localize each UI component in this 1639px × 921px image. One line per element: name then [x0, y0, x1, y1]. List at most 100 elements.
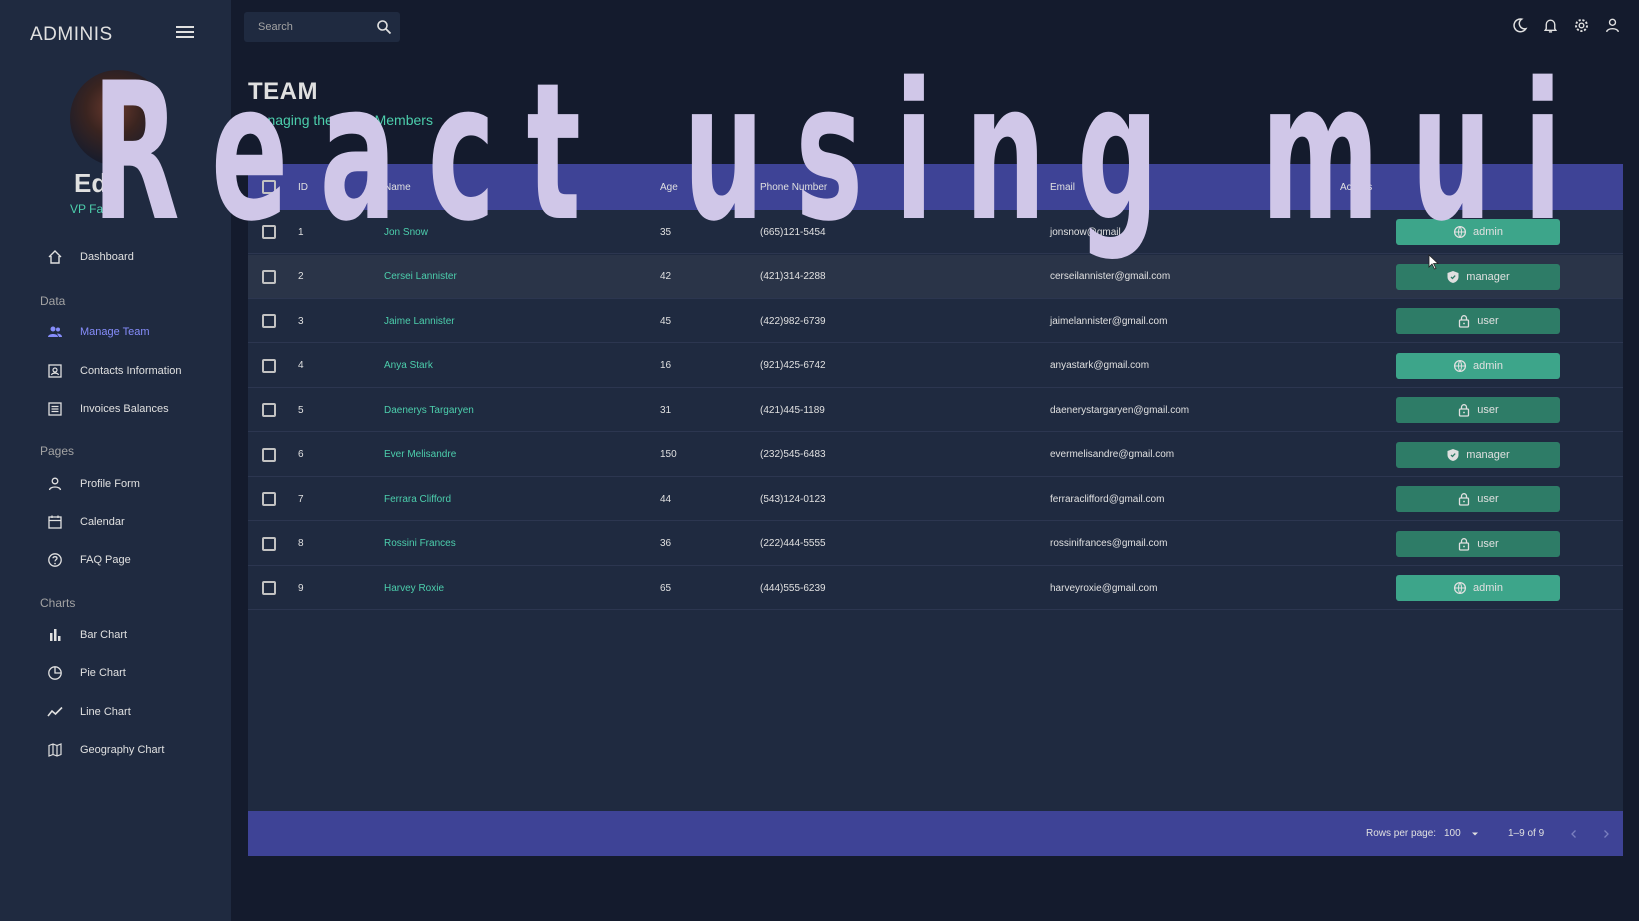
access-badge: admin: [1396, 575, 1560, 601]
access-badge: manager: [1396, 263, 1560, 290]
sidebar-item-label: Manage Team: [80, 326, 150, 338]
sidebar-item-label: Contacts Information: [80, 365, 182, 377]
cell-email: evermelisandre@gmail.com: [1050, 449, 1175, 460]
row-checkbox[interactable]: [262, 255, 276, 299]
receipt-icon: [46, 400, 64, 418]
table-row[interactable]: 3 Jaime Lannister 45 (422)982-6739 jaimelann…: [248, 299, 1623, 343]
grid-footer: Rows per page: 100 1–9 of 9: [248, 811, 1623, 856]
search-icon[interactable]: [376, 19, 392, 35]
table-row[interactable]: 9 Harvey Roxie 65 (444)555-6239 harveyroxie@…: [248, 566, 1623, 610]
cell-age: 16: [660, 360, 672, 371]
settings-icon[interactable]: [1573, 17, 1590, 34]
sidebar-item-label: Pie Chart: [80, 667, 126, 679]
row-checkbox[interactable]: [262, 388, 276, 432]
calendar-icon: [46, 513, 64, 531]
cell-id: 8: [298, 538, 304, 549]
row-checkbox[interactable]: [262, 210, 276, 254]
dark-mode-icon[interactable]: [1511, 17, 1528, 34]
cell-age: 44: [660, 493, 672, 505]
line-chart-icon: [46, 703, 64, 721]
access-badge: user: [1396, 397, 1560, 423]
person-icon: [46, 475, 64, 493]
sidebar-item-label: Geography Chart: [80, 744, 165, 756]
cell-email: jonsnow@gmail.com: [1050, 226, 1143, 238]
sidebar-item-label: FAQ Page: [80, 554, 131, 566]
avatar: [70, 70, 166, 166]
cell-phone: (222)444-5555: [760, 538, 826, 549]
table-row[interactable]: 1 Jon Snow 35 (665)121-5454 jonsnow@gmail.co…: [248, 210, 1623, 254]
select-all-checkbox[interactable]: [262, 164, 276, 210]
row-checkbox[interactable]: [262, 433, 276, 477]
column-header-email[interactable]: Email: [1050, 164, 1075, 210]
topbar-icons: [1511, 17, 1621, 34]
sidebar-item-geography-chart[interactable]: Geography Chart: [46, 739, 164, 761]
next-page-icon[interactable]: [1600, 811, 1612, 856]
sidebar-item-profile-form[interactable]: Profile Form: [46, 473, 140, 495]
sidebar-item-calendar[interactable]: Calendar: [46, 511, 125, 533]
security-shield-icon: [1446, 270, 1460, 284]
sidebar-item-label: Invoices Balances: [80, 403, 169, 415]
cell-age: 31: [660, 404, 672, 416]
cell-name: Ferrara Clifford: [384, 493, 452, 505]
access-label: user: [1477, 493, 1499, 505]
lock-icon: [1457, 537, 1471, 551]
column-header-access[interactable]: Access: [1340, 164, 1372, 210]
notifications-icon[interactable]: [1542, 17, 1559, 34]
cell-age: 65: [660, 582, 672, 594]
access-badge: user: [1396, 530, 1560, 557]
column-header-name[interactable]: Name: [384, 164, 411, 210]
rows-per-page-select[interactable]: 100: [1444, 811, 1481, 856]
cell-phone: (444)555-6239: [760, 582, 826, 594]
sidebar-item-faq[interactable]: FAQ Page: [46, 549, 131, 571]
cell-phone: (665)121-5454: [760, 226, 826, 238]
sidebar-item-dashboard[interactable]: Dashboard: [46, 246, 134, 268]
cell-age: 36: [660, 538, 672, 549]
sidebar-item-line-chart[interactable]: Line Chart: [46, 701, 131, 723]
grid-header: ID Name Age Phone Number Email Access: [248, 164, 1623, 210]
cell-age: 150: [660, 449, 677, 460]
sidebar-item-label: Calendar: [80, 516, 125, 528]
table-row[interactable]: 6 Ever Melisandre 150 (232)545-6483 evermeli…: [248, 433, 1623, 477]
sidebar-item-invoices[interactable]: Invoices Balances: [46, 398, 169, 420]
chevron-down-icon: [1469, 828, 1481, 840]
cell-name: Ever Melisandre: [384, 449, 457, 460]
row-checkbox[interactable]: [262, 477, 276, 521]
cell-email: cerseilannister@gmail.com: [1050, 271, 1171, 282]
table-row[interactable]: 2 Cersei Lannister 42 (421)314-2288 cerseila…: [248, 254, 1623, 299]
cell-name: Harvey Roxie: [384, 582, 445, 594]
column-header-id[interactable]: ID: [298, 164, 308, 210]
cell-email: anyastark@gmail.com: [1050, 360, 1150, 371]
user-icon[interactable]: [1604, 17, 1621, 34]
row-checkbox[interactable]: [262, 299, 276, 343]
mouse-cursor-icon: [1428, 254, 1440, 270]
sidebar-section-data: Data: [40, 294, 66, 308]
table-row[interactable]: 4 Anya Stark 16 (921)425-6742 anyastark@gmai…: [248, 344, 1623, 388]
row-checkbox[interactable]: [262, 566, 276, 610]
row-checkbox[interactable]: [262, 522, 276, 566]
table-row[interactable]: 5 Daenerys Targaryen 31 (421)445-1189 daener…: [248, 388, 1623, 432]
sidebar-item-contacts[interactable]: Contacts Information: [46, 360, 182, 382]
cell-phone: (421)445-1189: [760, 404, 825, 416]
profile-name: Ed: [74, 168, 108, 198]
cell-id: 4: [298, 360, 304, 371]
table-row[interactable]: 8 Rossini Frances 36 (222)444-5555 rossinifr…: [248, 522, 1623, 566]
sidebar-item-bar-chart[interactable]: Bar Chart: [46, 624, 127, 646]
column-header-phone[interactable]: Phone Number: [760, 164, 827, 210]
search-input[interactable]: [258, 21, 368, 33]
sidebar-item-pie-chart[interactable]: Pie Chart: [46, 662, 126, 684]
column-header-age[interactable]: Age: [660, 164, 678, 210]
access-label: admin: [1473, 582, 1503, 594]
previous-page-icon[interactable]: [1568, 811, 1580, 856]
sidebar-item-manage-team[interactable]: Manage Team: [46, 321, 150, 343]
menu-toggle-icon[interactable]: [176, 26, 194, 42]
row-checkbox[interactable]: [262, 344, 276, 388]
access-label: admin: [1473, 359, 1503, 372]
admin-globe-icon: [1453, 359, 1467, 373]
cell-phone: (543)124-0123: [760, 493, 826, 505]
sidebar: ADMINIS Ed VP Fa Dashboard Data Manage T…: [0, 0, 231, 921]
table-row[interactable]: 7 Ferrara Clifford 44 (543)124-0123 ferrarac…: [248, 477, 1623, 521]
access-badge: user: [1396, 308, 1560, 334]
admin-globe-icon: [1453, 225, 1467, 239]
page-title: TEAM: [248, 78, 318, 105]
cell-email: ferraraclifford@gmail.com: [1050, 493, 1165, 505]
